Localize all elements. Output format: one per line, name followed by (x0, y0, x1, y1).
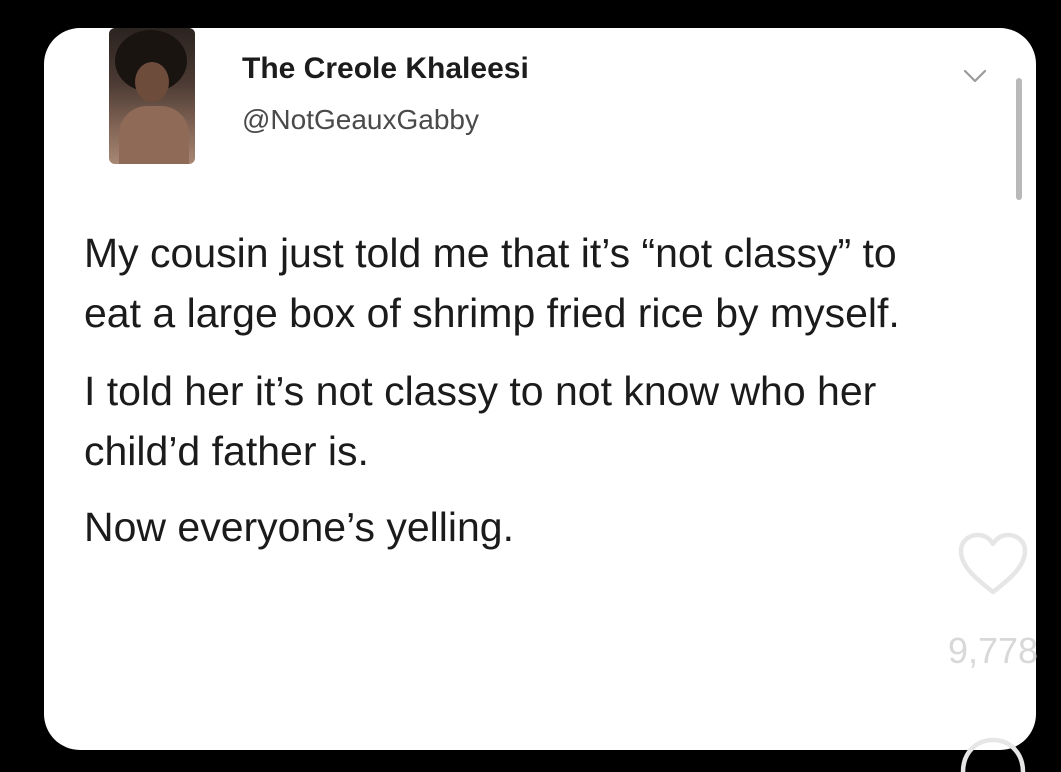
display-name[interactable]: The Creole Khaleesi (242, 52, 529, 86)
tweet-text: My cousin just told me that it’s “not cl… (84, 223, 964, 557)
tweet-paragraph: My cousin just told me that it’s “not cl… (84, 230, 900, 336)
tweet-paragraph: Now everyone’s yelling. (84, 504, 514, 550)
avatar[interactable] (109, 28, 195, 164)
avatar-body (119, 106, 189, 164)
tweet-paragraph: I told her it’s not classy to not know w… (84, 368, 877, 474)
heart-icon[interactable] (955, 530, 1031, 598)
like-count: 9,778 (947, 630, 1039, 671)
comment-icon[interactable] (955, 732, 1031, 772)
tweet-card: The Creole Khaleesi @NotGeauxGabby My co… (44, 28, 1036, 750)
user-handle[interactable]: @NotGeauxGabby (242, 104, 479, 136)
chevron-down-icon[interactable] (962, 66, 988, 86)
scrollbar[interactable] (1016, 78, 1022, 200)
avatar-face (135, 62, 169, 102)
